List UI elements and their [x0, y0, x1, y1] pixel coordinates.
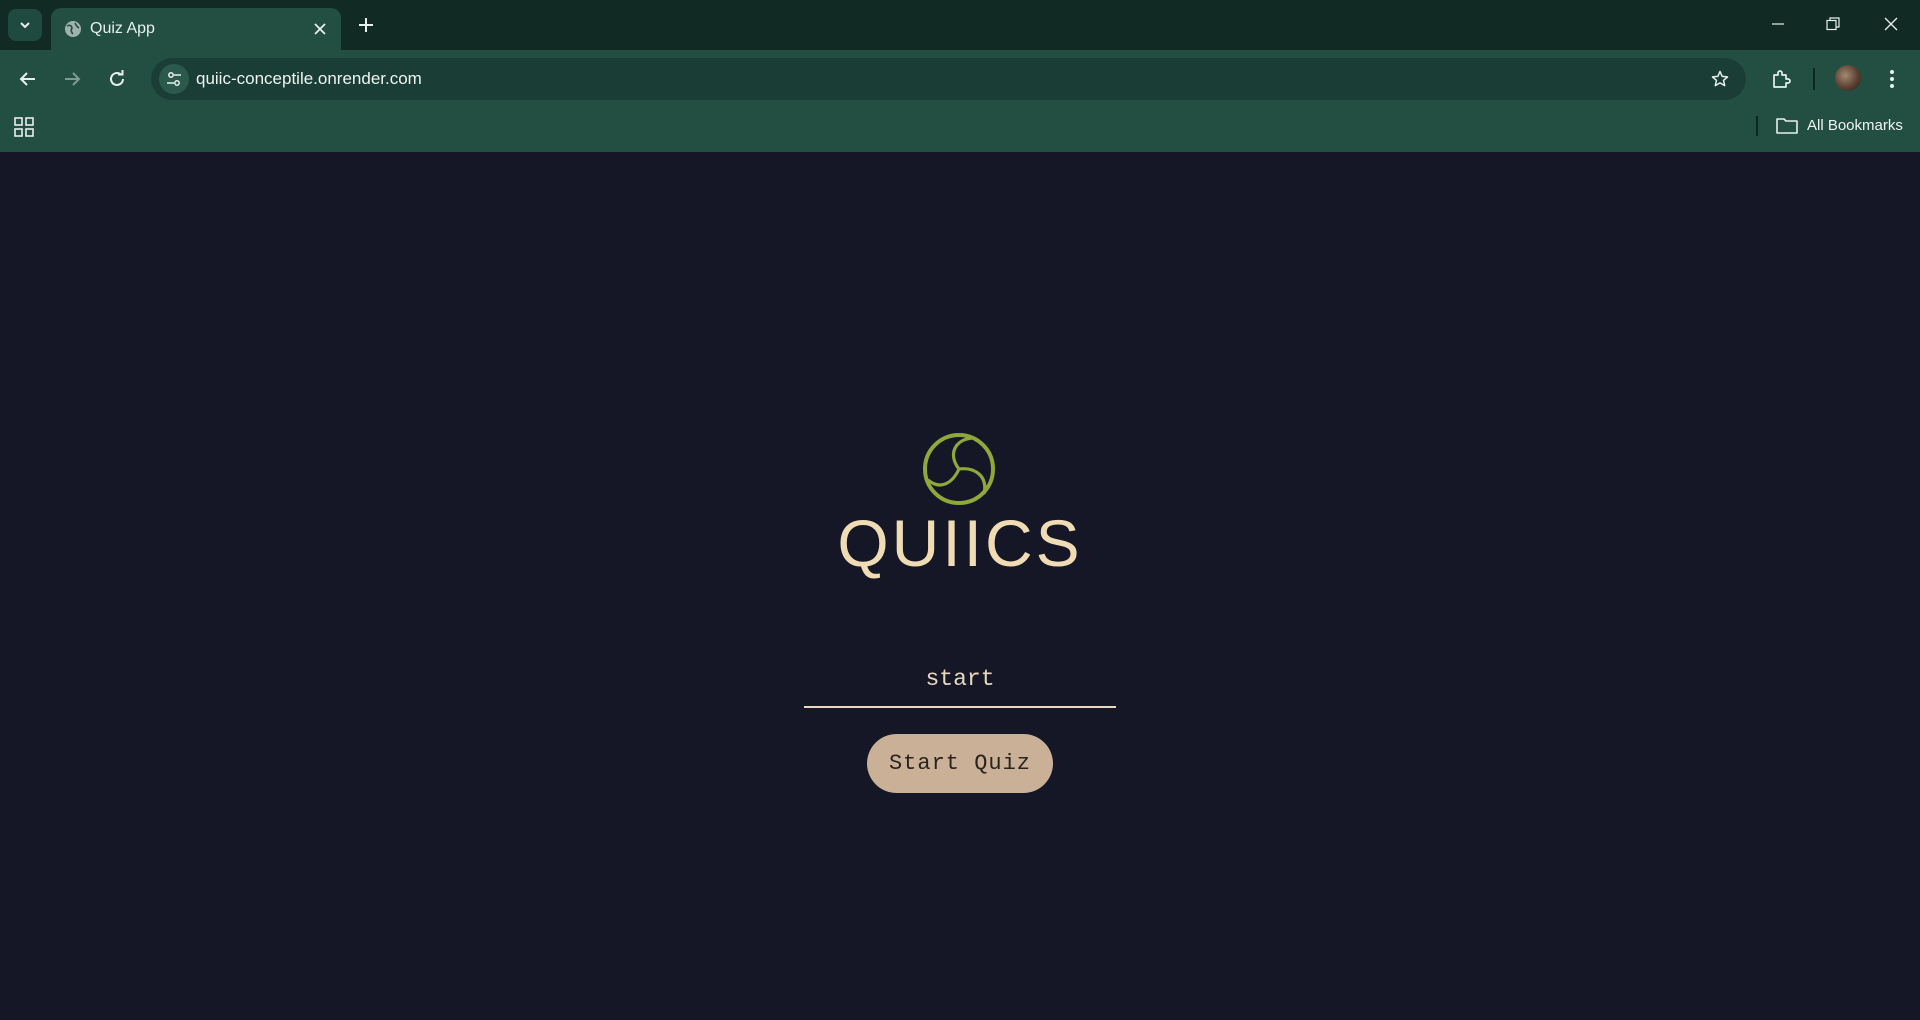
- close-window-button[interactable]: [1871, 10, 1911, 38]
- star-icon: [1711, 70, 1729, 87]
- url-text[interactable]: quiic-conceptile.onrender.com: [196, 69, 422, 89]
- bookmark-star-button[interactable]: [1708, 67, 1732, 91]
- browser-menu-button[interactable]: [1877, 64, 1907, 94]
- brand-wordmark: QUIICS: [837, 506, 1083, 580]
- reload-button[interactable]: [102, 64, 132, 94]
- swirl-logo-icon: [923, 433, 995, 505]
- apps-grid-icon[interactable]: [12, 115, 36, 139]
- site-info-button[interactable]: [159, 64, 189, 94]
- folder-icon: [1776, 118, 1798, 134]
- tab-search-button[interactable]: [8, 9, 42, 41]
- close-tab-button[interactable]: [311, 20, 329, 38]
- plus-icon: [359, 18, 373, 32]
- bookmarks-bar: [0, 108, 1920, 152]
- profile-avatar[interactable]: [1835, 65, 1861, 91]
- forward-button[interactable]: [57, 64, 87, 94]
- close-icon: [314, 23, 326, 35]
- extensions-button[interactable]: [1766, 64, 1796, 94]
- arrow-right-icon: [65, 72, 81, 86]
- globe-icon: [65, 21, 81, 37]
- tune-icon: [167, 72, 181, 86]
- browser-tab-active[interactable]: Quiz App: [51, 8, 341, 50]
- toolbar-divider: [1813, 68, 1815, 90]
- back-button[interactable]: [13, 64, 43, 94]
- minimize-button[interactable]: [1758, 10, 1798, 38]
- more-vert-icon: [1890, 70, 1894, 88]
- all-bookmarks-button[interactable]: All Bookmarks: [1807, 117, 1903, 134]
- reload-icon: [110, 70, 124, 86]
- chevron-down-icon: [20, 22, 30, 29]
- name-input[interactable]: [804, 652, 1116, 708]
- restore-button[interactable]: [1813, 10, 1853, 38]
- browser-toolbar: quiic-conceptile.onrender.com: [0, 50, 1920, 108]
- puzzle-icon: [1773, 70, 1791, 88]
- close-icon: [1884, 17, 1898, 31]
- bookmarks-divider: [1756, 116, 1758, 136]
- arrow-left-icon: [19, 72, 35, 86]
- tab-title: Quiz App: [90, 20, 155, 37]
- address-bar[interactable]: quiic-conceptile.onrender.com: [151, 58, 1746, 100]
- new-tab-button[interactable]: [352, 11, 380, 39]
- page-content: [0, 152, 1920, 1020]
- start-quiz-button[interactable]: Start Quiz: [867, 734, 1053, 793]
- browser-title-bar: Quiz App: [0, 0, 1920, 50]
- restore-icon: [1826, 17, 1840, 31]
- minimize-icon: [1772, 23, 1784, 25]
